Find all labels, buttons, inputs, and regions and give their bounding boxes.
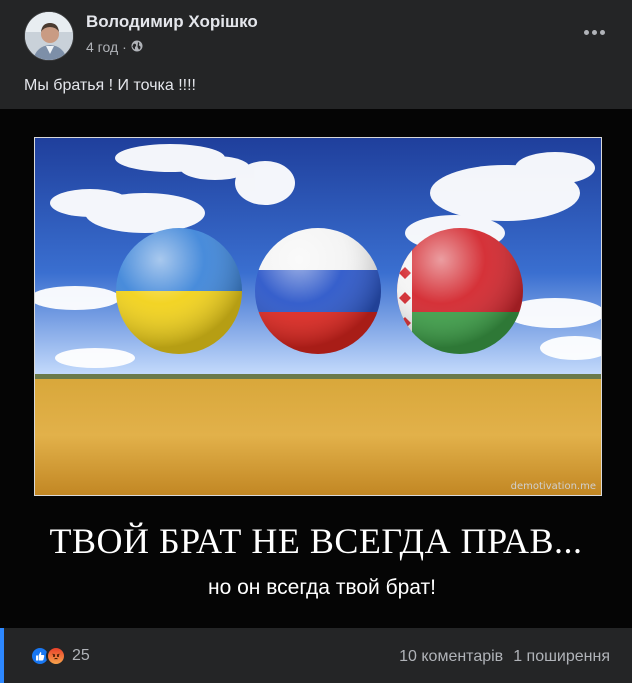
post-footer: 25 10 коментарів 1 поширення — [0, 628, 632, 683]
image-headline: ТВОЙ БРАТ НЕ ВСЕГДА ПРАВ... — [49, 521, 583, 561]
more-icon[interactable] — [576, 18, 612, 46]
image-subline: но он всегда твой брат! — [208, 576, 436, 599]
meta-separator: · — [122, 39, 127, 55]
post-caption: Мы братья ! И точка !!!! — [24, 77, 196, 94]
post-header: Володимир Хорішко 4 год · — [0, 0, 632, 66]
post-stats: 10 коментарів 1 поширення — [399, 648, 610, 666]
avatar[interactable] — [24, 11, 74, 61]
author-name[interactable]: Володимир Хорішко — [86, 12, 258, 32]
post-time[interactable]: 4 год — [86, 39, 118, 55]
post-meta: 4 год · — [86, 39, 143, 55]
comments-link[interactable]: 10 коментарів — [399, 648, 503, 666]
globe-icon — [131, 39, 143, 55]
post-card: Володимир Хорішко 4 год · Мы братья ! И … — [0, 0, 632, 683]
reactions-summary[interactable]: 25 — [30, 646, 90, 666]
image-frame — [34, 137, 602, 496]
angry-icon — [46, 646, 66, 666]
reactions-count: 25 — [72, 647, 90, 664]
shares-link[interactable]: 1 поширення — [513, 648, 610, 666]
post-image[interactable]: demotivation.me ТВОЙ БРАТ НЕ ВСЕГДА ПРАВ… — [0, 109, 632, 628]
image-watermark: demotivation.me — [510, 481, 596, 492]
